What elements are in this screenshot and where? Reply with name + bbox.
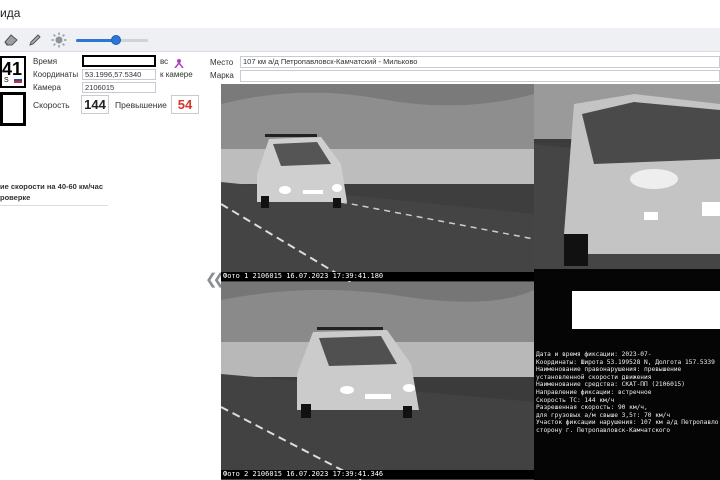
photo-zoom[interactable] — [534, 84, 720, 269]
plate-symbols: 41 — [2, 59, 23, 79]
info-line: установленной скорости движения — [536, 373, 652, 381]
slider-fill — [76, 39, 116, 42]
info-line: Наименование средства: СКАТ-ПП (2106015) — [536, 381, 686, 389]
time-label: Время — [33, 57, 58, 66]
brightness-icon[interactable] — [50, 31, 68, 49]
camera-field[interactable]: 2106015 — [82, 82, 156, 93]
collapse-panel-icon[interactable]: ❮❮ — [205, 270, 225, 288]
toolbar — [0, 28, 720, 52]
plate-region: S — [4, 77, 9, 84]
info-line: Дата и время фиксации: 2023-07- — [536, 351, 652, 358]
slider-thumb[interactable] — [110, 35, 121, 45]
app-window: ида 41 S Время вс Координаты 53.1996,57.… — [0, 0, 720, 480]
info-panel: Дата и время фиксации: 2023-07- Координат… — [534, 269, 720, 480]
photo-2-caption: Фото 2 2106015 16.07.2023 17:39:41.346 — [221, 470, 534, 479]
brightness-slider[interactable] — [76, 35, 148, 45]
info-line: Наименование правонарушения: превышение — [536, 366, 682, 374]
place-label: Место — [210, 58, 234, 67]
coords-field[interactable]: 53.1996,57.5340 — [82, 69, 156, 80]
window-title: ида — [0, 6, 21, 20]
title-bar: ида — [0, 0, 720, 28]
brand-label: Марка — [210, 71, 234, 80]
info-line: Разрешенная скорость: 90 км/ч, — [536, 404, 648, 412]
info-line: Направление фиксации: встречное — [536, 388, 652, 396]
violation-line2: роверке — [0, 193, 31, 202]
to-camera-link[interactable]: к камере — [160, 70, 193, 79]
photo-1-caption: Фото 1 2106015 16.07.2023 17:39:41.180 — [221, 272, 534, 281]
info-line: Участок фиксации нарушения: 107 км а/д П… — [536, 419, 719, 427]
flag-icon — [14, 77, 22, 83]
coords-label: Координаты — [33, 70, 79, 79]
plate-preview: 41 S — [0, 56, 26, 88]
speed-value: 144 — [81, 95, 109, 114]
camera-label: Камера — [33, 83, 61, 92]
pencil-icon[interactable] — [26, 31, 44, 49]
photo-2[interactable]: Фото 2 2106015 16.07.2023 17:39:41.346 — [221, 282, 534, 480]
redacted-plate-block — [572, 291, 720, 329]
info-line: Координаты: Широта 53.199528 N, Долгота … — [536, 358, 715, 366]
excess-label: Превышение — [115, 100, 167, 110]
photo-1[interactable]: Фото 1 2106015 16.07.2023 17:39:41.180 — [221, 84, 534, 282]
time-field[interactable] — [82, 55, 156, 67]
plate-crop — [0, 92, 26, 126]
eraser-icon[interactable] — [2, 31, 20, 49]
violation-line1: ие скорости на 40-60 км/час — [0, 182, 104, 191]
excess-value: 54 — [171, 95, 199, 114]
info-line: Скорость ТС: 144 км/ч — [536, 396, 615, 404]
time-suffix: вс — [160, 57, 169, 66]
brand-field[interactable] — [240, 70, 720, 82]
photo-area: Фото 1 2106015 16.07.2023 17:39:41.180 Ф… — [221, 84, 720, 480]
info-lines: Дата и время фиксации: 2023-07- Координат… — [536, 351, 720, 435]
info-line: сторону г. Петропавловск-Камчатского — [536, 426, 671, 434]
place-field[interactable]: 107 км а/д Петропавловск-Камчатский - Ми… — [240, 56, 720, 68]
violation-box: ие скорости на 40-60 км/час роверке — [0, 180, 108, 206]
speed-label: Скорость — [33, 100, 70, 110]
